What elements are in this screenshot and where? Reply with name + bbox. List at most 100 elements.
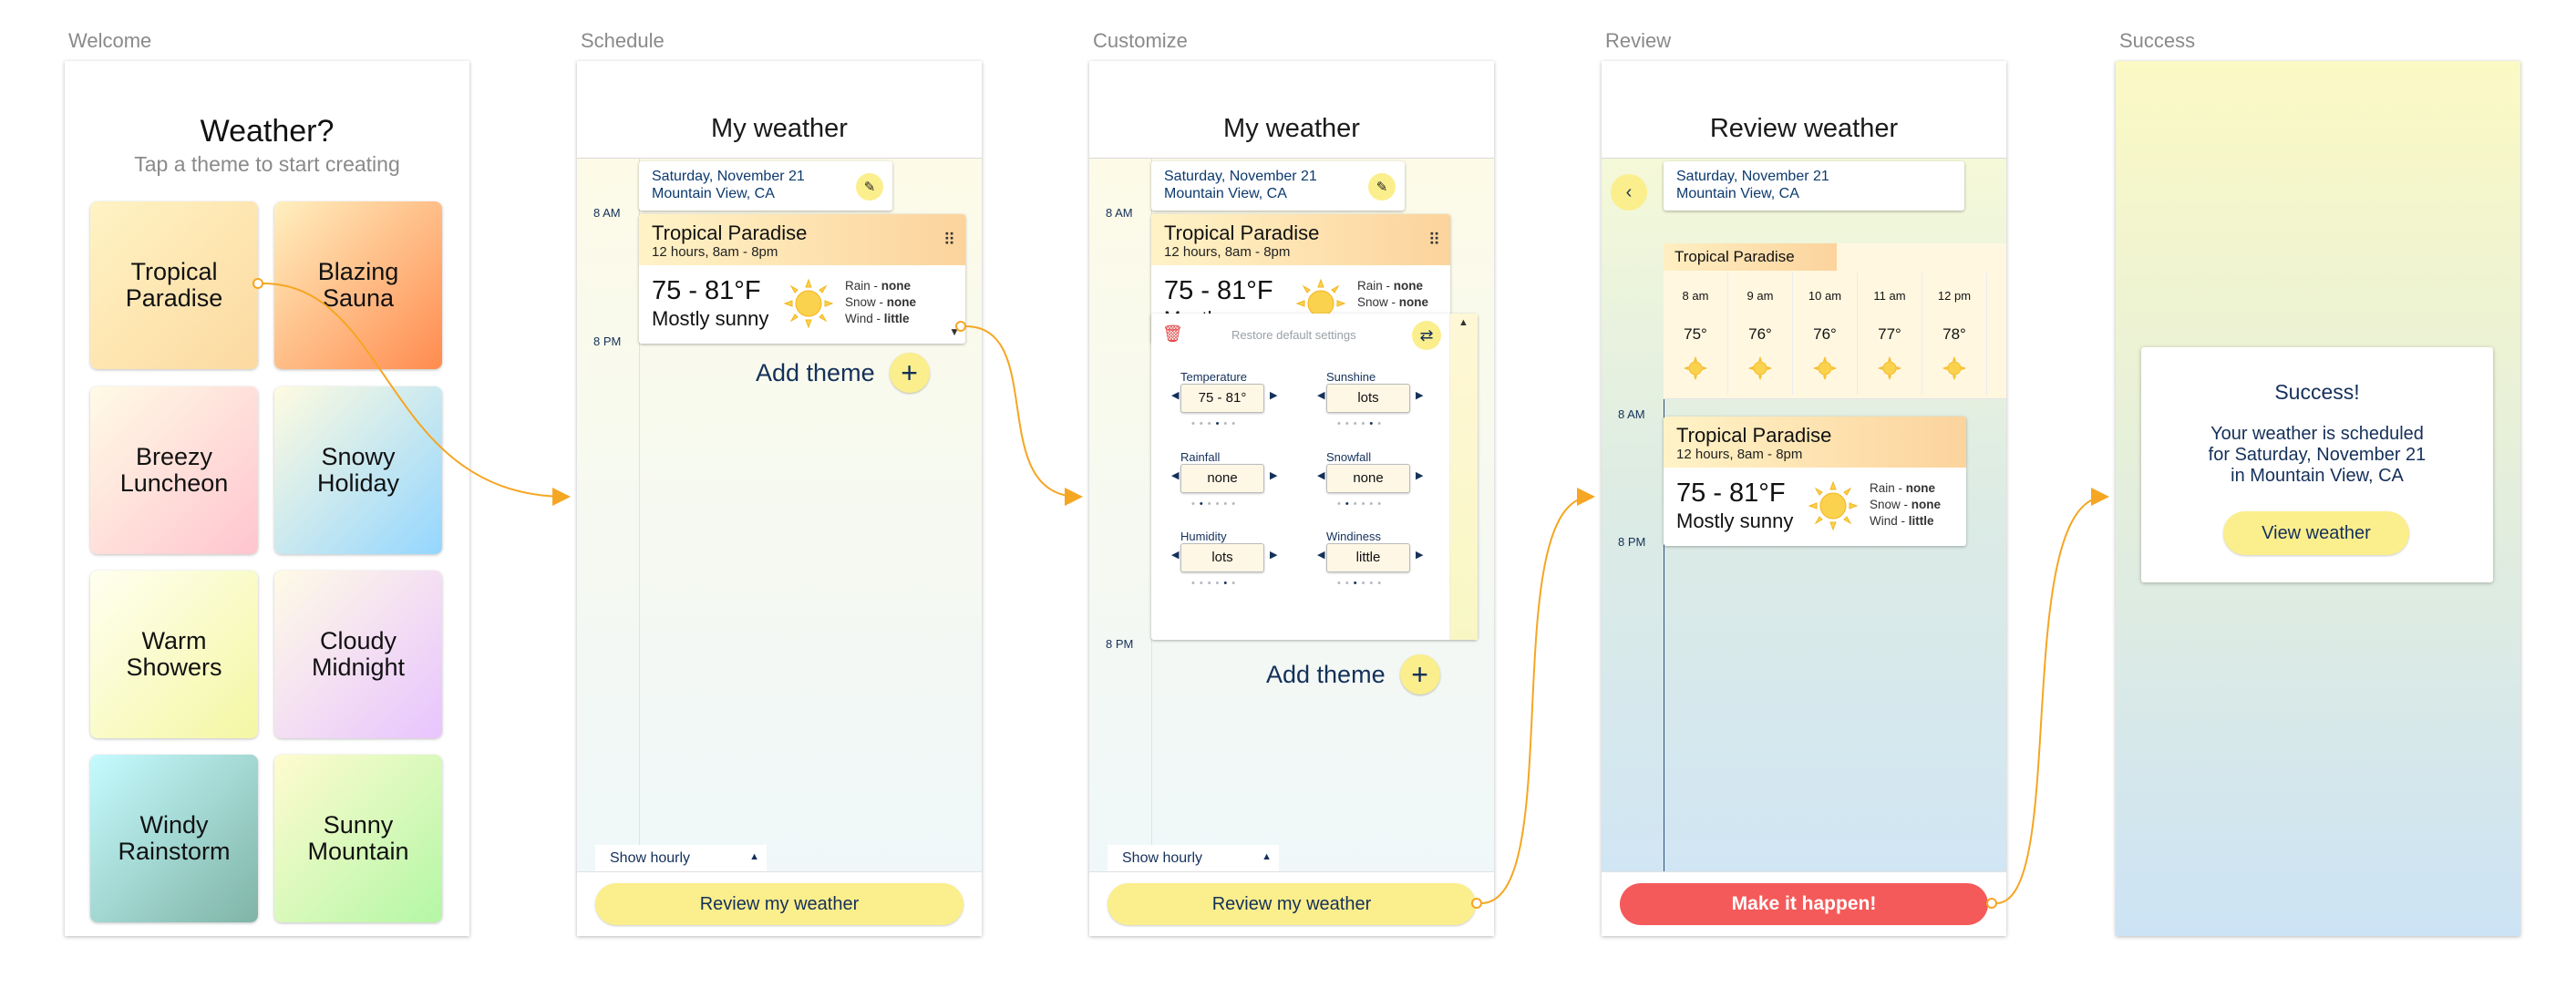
chevron-right-icon[interactable]: ▶: [1270, 389, 1277, 401]
show-hourly-label: Show hourly: [610, 850, 691, 866]
chevron-up-icon: ▲: [1458, 317, 1468, 328]
welcome-subtitle: Tap a theme to start creating: [134, 152, 400, 176]
theme-tile-blazing-sauna[interactable]: Blazing Sauna: [274, 201, 442, 369]
date-location-card[interactable]: Saturday, November 21 Mountain View, CA …: [639, 161, 892, 211]
trash-icon[interactable]: 🗑: [1162, 324, 1183, 344]
plus-icon[interactable]: +: [1399, 654, 1440, 695]
tile-label-line1: Blazing: [317, 258, 399, 285]
chevron-left-icon[interactable]: ◀: [1171, 469, 1179, 481]
date-text: Saturday, November 21: [1676, 169, 1829, 184]
snow-label: Snow -: [845, 295, 887, 309]
chevron-right-icon[interactable]: ▶: [1416, 389, 1423, 401]
tile-label-line1: Snowy: [321, 443, 396, 470]
back-arrow-icon[interactable]: ‹: [1611, 174, 1647, 211]
theme-card[interactable]: Tropical Paradise 12 hours, 8am - 8pm ⠿ …: [639, 214, 965, 344]
hour-temp: 75°: [1684, 325, 1707, 343]
pencil-icon[interactable]: ✎: [1368, 173, 1396, 201]
step-label-schedule: Schedule: [581, 29, 665, 52]
tile-label-line1: Tropical: [130, 258, 218, 285]
tile-label-line1: Sunny: [323, 811, 394, 839]
theme-tile-warm-showers[interactable]: Warm Showers: [90, 571, 258, 738]
theme-hours: 12 hours, 8am - 8pm: [1676, 447, 1803, 462]
hour-temp: 76°: [1748, 325, 1772, 343]
tile-label-line2: Luncheon: [119, 469, 229, 497]
make-it-happen-button[interactable]: Make it happen!: [1620, 883, 1988, 925]
show-hourly-toggle[interactable]: Show hourly ▲: [595, 845, 767, 873]
theme-hours: 12 hours, 8am - 8pm: [652, 244, 778, 260]
chevron-up-icon: ▲: [749, 851, 759, 862]
chevron-right-icon[interactable]: ▶: [1270, 469, 1277, 481]
pencil-icon[interactable]: ✎: [856, 173, 883, 201]
tile-label-line2: Sauna: [322, 284, 395, 312]
chevron-left-icon[interactable]: ◀: [1317, 469, 1324, 481]
theme-tile-sunny-mountain[interactable]: Sunny Mountain: [274, 755, 442, 922]
panel-scrollbar[interactable]: ▲: [1449, 314, 1478, 640]
chevron-left-icon[interactable]: ◀: [1317, 389, 1324, 401]
swap-icon[interactable]: ⇄: [1412, 321, 1441, 350]
bottom-bar: Review my weather: [1089, 871, 1494, 936]
review-my-weather-button[interactable]: Review my weather: [1108, 883, 1476, 925]
chevron-left-icon[interactable]: ◀: [1171, 389, 1179, 401]
hourly-forecast-strip[interactable]: Tropical Paradise 8 am 75° 9 am 76° 10 a…: [1664, 243, 2006, 399]
tile-label-line2: Midnight: [311, 654, 406, 681]
setting-value: 75 - 81°: [1180, 384, 1264, 413]
rain-value: none: [881, 279, 912, 293]
theme-tile-tropical-paradise[interactable]: Tropical Paradise: [90, 201, 258, 369]
welcome-screen: Weather? Tap a theme to start creating T…: [65, 61, 469, 936]
review-my-weather-button[interactable]: Review my weather: [595, 883, 963, 925]
show-hourly-toggle[interactable]: Show hourly ▲: [1108, 845, 1279, 873]
add-theme-button[interactable]: Add theme +: [1266, 654, 1440, 695]
theme-card-header: Tropical Paradise 12 hours, 8am - 8pm ⠿: [639, 214, 965, 265]
theme-card-body: 75 - 81°F Mostly sunny Rain - none Snow …: [639, 265, 965, 344]
theme-tile-windy-rainstorm[interactable]: Windy Rainstorm: [90, 755, 258, 922]
setting-value: lots: [1180, 543, 1264, 572]
theme-tile-cloudy-midnight[interactable]: Cloudy Midnight: [274, 571, 442, 738]
hour-time: 10 am: [1808, 289, 1842, 303]
view-weather-button[interactable]: View weather: [2223, 511, 2409, 555]
setting-level-dots: ••••••: [1191, 578, 1241, 589]
hour-time: 11 am: [1873, 289, 1906, 303]
chevron-right-icon[interactable]: ▶: [1416, 549, 1423, 561]
setting-name: Sunshine: [1326, 370, 1376, 384]
time-label-8am: 8 AM: [593, 206, 621, 220]
theme-tile-breezy-luncheon[interactable]: Breezy Luncheon: [90, 386, 258, 554]
theme-tile-snowy-holiday[interactable]: Snowy Holiday: [274, 386, 442, 554]
plus-icon[interactable]: +: [889, 353, 930, 393]
expand-chevron-icon[interactable]: ▼: [949, 325, 960, 338]
tile-label-line2: Holiday: [316, 469, 400, 497]
setting-value: none: [1326, 464, 1410, 493]
setting-value: lots: [1326, 384, 1410, 413]
chevron-left-icon[interactable]: ◀: [1317, 549, 1324, 561]
step-label-welcome: Welcome: [68, 29, 152, 52]
setting-value: little: [1326, 543, 1410, 572]
theme-name: Tropical Paradise: [652, 221, 808, 244]
setting-level-dots: ••••••: [1337, 418, 1386, 429]
drag-grip-icon[interactable]: ⠿: [943, 231, 956, 250]
date-location-card[interactable]: Saturday, November 21 Mountain View, CA …: [1151, 161, 1405, 211]
add-theme-button[interactable]: Add theme +: [756, 353, 930, 393]
precip-meta: Rain - none Snow - none Wind - little: [845, 278, 916, 327]
rain-label: Rain -: [845, 279, 881, 293]
snow-value: none: [1398, 295, 1429, 309]
time-label-8am: 8 AM: [1618, 407, 1645, 421]
success-card: Success! Your weather is scheduled for S…: [2141, 347, 2493, 582]
tile-label-line2: Paradise: [125, 284, 223, 312]
snow-label: Snow -: [1870, 498, 1911, 511]
restore-defaults-link[interactable]: Restore default settings: [1231, 328, 1356, 342]
chevron-left-icon[interactable]: ◀: [1171, 549, 1179, 561]
success-message: Your weather is scheduled for Saturday, …: [2141, 424, 2493, 487]
customize-panel: 🗑 Restore default settings ⇄ ▲ Temperatu…: [1151, 314, 1478, 640]
sun-icon: [1878, 356, 1901, 380]
temperature-range: 75 - 81°F: [1164, 276, 1273, 305]
condition-text: Mostly sunny: [652, 307, 769, 330]
sun-icon: [1808, 480, 1859, 531]
show-hourly-label: Show hourly: [1122, 850, 1203, 866]
tile-label-line2: Mountain: [307, 838, 409, 865]
chevron-right-icon[interactable]: ▶: [1416, 469, 1423, 481]
time-label-8pm: 8 PM: [593, 334, 622, 348]
setting-level-dots: ••••••: [1191, 418, 1241, 429]
chevron-right-icon[interactable]: ▶: [1270, 549, 1277, 561]
sun-icon: [1813, 356, 1837, 380]
drag-grip-icon[interactable]: ⠿: [1428, 231, 1441, 250]
temperature-range: 75 - 81°F: [652, 276, 761, 305]
